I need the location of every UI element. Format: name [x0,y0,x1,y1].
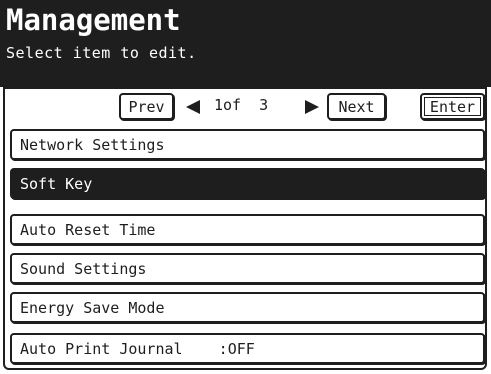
left-triangle-icon [186,100,200,114]
menu-item-soft-key[interactable]: Soft Key [10,168,485,199]
page-indicator: 1of 3 [214,96,269,114]
page-subtitle: Select item to edit. [6,44,197,62]
enter-button[interactable]: Enter [420,93,485,120]
prev-button[interactable]: Prev [119,93,174,120]
page-title: Management [6,3,181,37]
menu-item-sound-settings[interactable]: Sound Settings [10,253,485,284]
right-triangle-icon [305,100,319,114]
next-button[interactable]: Next [327,93,386,120]
pagination-bar: Prev 1of 3 Next Enter [0,93,491,123]
menu-item-auto-reset-time[interactable]: Auto Reset Time [10,214,485,245]
menu-item-energy-save-mode[interactable]: Energy Save Mode [10,292,485,323]
menu-item-network-settings[interactable]: Network Settings [10,129,485,160]
header-bar: Management Select item to edit. [0,0,491,87]
management-screen: Management Select item to edit. Prev 1of… [0,0,491,374]
menu-item-auto-print-journal[interactable]: Auto Print Journal :OFF [10,333,485,364]
